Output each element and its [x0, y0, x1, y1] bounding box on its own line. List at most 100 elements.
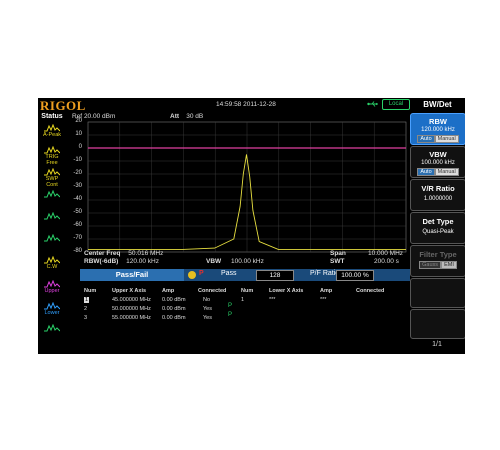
table-cell: ***	[320, 297, 327, 303]
trace-wave-icon	[44, 324, 60, 332]
col-connected-upper: Connected	[198, 288, 227, 294]
trace-wave-icon	[44, 124, 60, 132]
empty-softkey[interactable]	[410, 309, 465, 339]
det-type-label: Det Type	[422, 217, 454, 226]
table-cell: 1	[241, 297, 245, 303]
p-mark: P	[228, 303, 233, 309]
rbw-info: RBW(-6dB) 120.00 kHz	[84, 258, 159, 265]
center-freq-value: 50.016 MHz	[128, 250, 164, 257]
trace-wave-icon	[44, 234, 60, 242]
status-item: Lower	[39, 302, 65, 324]
pass-indicator: P	[199, 270, 204, 277]
det-type-value: Quasi-Peak	[422, 229, 454, 235]
pf-ratio-label: P/F Ratio	[310, 270, 340, 277]
swt-value: 200.00 s	[374, 258, 399, 265]
table-cell: Yes	[203, 306, 212, 312]
rbw-softkey[interactable]: RBW 120.000 kHz Auto Manual	[410, 113, 465, 145]
det-type-softkey[interactable]: Det Type Quasi-Peak	[410, 212, 465, 244]
usb-icon	[367, 101, 378, 107]
col-connected-lower: Connected	[356, 288, 385, 294]
y-tick-label: -50	[73, 209, 82, 215]
col-upper-x: Upper X Axis	[112, 288, 147, 294]
table-cell[interactable]: 3	[84, 315, 87, 321]
span-label: Span	[330, 250, 346, 257]
pass-count: 128	[256, 270, 294, 281]
table-cell[interactable]: 2	[84, 306, 87, 312]
vr-ratio-label: V/R Ratio	[421, 184, 455, 193]
swt-label: SWT	[330, 258, 345, 265]
clock: 14:59:58 2011-12-28	[216, 101, 276, 108]
status-item-value: Free	[46, 160, 58, 166]
trace-wave-icon	[44, 256, 60, 264]
table-cell: 55.000000 MHz	[112, 315, 151, 321]
status-item: Upper	[39, 280, 65, 302]
span-info: Span	[330, 250, 346, 257]
filter-type-softkey[interactable]: Filter Type Gauss EMI	[410, 245, 465, 277]
vbw-info: VBW 100.00 kHz	[206, 258, 264, 265]
pass-label: Pass	[221, 270, 237, 277]
vbw-manual[interactable]: Manual	[434, 168, 459, 176]
vbw-softkey[interactable]: VBW 100.000 kHz Auto Manual	[410, 146, 465, 178]
menu-title: BW/Det	[423, 100, 452, 109]
y-tick-label: -40	[73, 196, 82, 202]
status-item-label: Lower	[44, 310, 60, 316]
status-item: A-Peak	[39, 124, 65, 146]
vbw-auto-manual[interactable]: Auto Manual	[411, 168, 465, 176]
table-cell: 0.00 dBm	[162, 297, 186, 303]
vr-ratio-softkey[interactable]: V/R Ratio 1.0000000	[410, 179, 465, 211]
filter-type-toggle[interactable]: Gauss EMI	[411, 261, 465, 269]
y-tick-label: -70	[73, 235, 82, 241]
y-tick-label: -80	[73, 248, 82, 254]
table-cell: 45.000000 MHz	[112, 297, 151, 303]
center-freq-label: Center Freq	[84, 250, 121, 257]
filter-emi[interactable]: EMI	[441, 261, 457, 269]
vbw-value: 100.000 kHz	[421, 160, 455, 166]
col-num-upper: Num	[84, 288, 97, 294]
att-value: 30 dB	[186, 113, 204, 120]
filter-type-label: Filter Type	[419, 250, 457, 259]
y-tick-label: -20	[73, 170, 82, 176]
analyzer-screen: RIGOL 14:59:58 2011-12-28 Local Status A…	[38, 98, 465, 354]
rbw-manual[interactable]: Manual	[434, 135, 459, 143]
page-indicator: 1/1	[432, 341, 442, 348]
y-tick-label: 0	[78, 144, 82, 150]
span-value: 10.000 MHz	[368, 250, 404, 257]
local-remote-badge[interactable]: Local	[382, 99, 410, 110]
status-item: C.W	[39, 256, 65, 278]
table-cell: Yes	[203, 315, 212, 321]
y-tick-label: -30	[73, 183, 82, 189]
rbw-value: 120.000 kHz	[421, 127, 455, 133]
col-lower-x: Lower X Axis	[269, 288, 304, 294]
spectrum-plot	[87, 121, 407, 253]
brand-logo: RIGOL	[40, 98, 86, 113]
status-item	[39, 212, 65, 234]
rbw-label: RBW	[429, 117, 447, 126]
trace-wave-icon	[44, 168, 60, 176]
status-item: TRIG Free	[39, 146, 65, 168]
rbw-auto[interactable]: Auto	[417, 135, 435, 143]
passfail-title: Pass/Fail	[80, 269, 184, 281]
rbw-auto-manual[interactable]: Auto Manual	[411, 135, 465, 143]
vbw-info-label: VBW	[206, 258, 222, 265]
trace-wave-icon	[44, 212, 60, 220]
swt-info: SWT	[330, 258, 344, 265]
filter-gauss[interactable]: Gauss	[419, 261, 442, 269]
rbw-info-value: 120.00 kHz	[126, 258, 159, 265]
col-num-lower: Num	[241, 288, 254, 294]
status-item	[39, 190, 65, 212]
status-item	[39, 234, 65, 256]
table-cell[interactable]: 1	[84, 297, 90, 303]
table-cell: ***	[269, 297, 276, 303]
status-item	[39, 324, 65, 346]
passfail-toggle-icon[interactable]	[188, 271, 196, 279]
table-cell: 50.000000 MHz	[112, 306, 151, 312]
vbw-auto[interactable]: Auto	[417, 168, 435, 176]
status-item: SWP Cont	[39, 168, 65, 190]
status-item-label: A-Peak	[42, 132, 62, 138]
col-amp-lower: Amp	[320, 288, 333, 294]
status-title: Status	[41, 113, 63, 120]
empty-softkey[interactable]	[410, 278, 465, 308]
vbw-label: VBW	[429, 150, 447, 159]
status-item-label: Upper	[44, 288, 60, 294]
y-tick-label: -10	[73, 157, 82, 163]
